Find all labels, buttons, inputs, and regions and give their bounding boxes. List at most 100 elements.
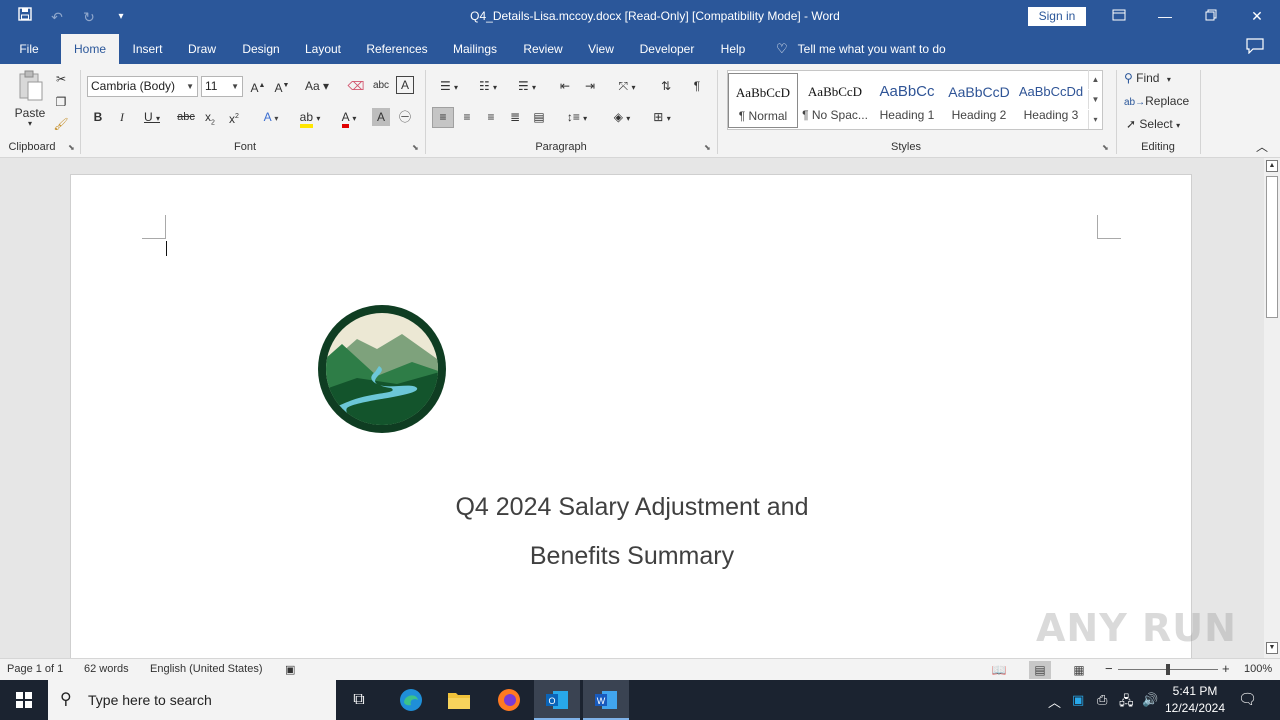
styles-scroll-down-icon[interactable]: ▼ — [1088, 90, 1102, 109]
zoom-out-button[interactable]: − — [1105, 661, 1113, 676]
find-button[interactable]: ⚲ Find ▾ — [1124, 69, 1188, 89]
font-launcher-icon[interactable]: ⬊ — [412, 143, 421, 152]
document-page[interactable]: Q4 2024 Salary Adjustment and Benefits S… — [70, 174, 1192, 658]
style-heading-2[interactable]: AaBbCcD Heading 2 — [944, 73, 1014, 128]
tab-references[interactable]: References — [362, 34, 432, 64]
change-case-icon[interactable]: Aa ▾ — [300, 77, 334, 95]
line-spacing-icon[interactable]: ↕≡ ▾ — [560, 108, 594, 128]
web-layout-icon[interactable]: ▦ — [1068, 661, 1090, 679]
taskbar-search-box[interactable]: ⚲ Type here to search — [48, 680, 336, 720]
copy-icon[interactable]: ❐ — [52, 93, 70, 111]
tab-developer[interactable]: Developer — [634, 34, 700, 64]
outlook-icon[interactable]: O — [534, 680, 580, 720]
font-name-combo[interactable]: Cambria (Body) ▼ — [87, 76, 198, 97]
style-normal[interactable]: AaBbCcD ¶ Normal — [728, 73, 798, 128]
close-icon[interactable]: ✕ — [1234, 0, 1280, 34]
network-icon[interactable]: 🖧 — [1119, 692, 1134, 714]
styles-more-icon[interactable]: ▾ — [1088, 110, 1102, 129]
increase-indent-icon[interactable]: ⇥ — [580, 77, 600, 95]
tab-review[interactable]: Review — [518, 34, 568, 64]
align-right-icon[interactable]: ≡ — [481, 108, 501, 126]
word-count[interactable]: 62 words — [84, 663, 129, 675]
multilevel-list-icon[interactable]: ☴ ▾ — [510, 77, 544, 97]
align-center-icon[interactable]: ≡ — [457, 108, 477, 126]
replace-button[interactable]: ab→Replace — [1124, 92, 1194, 112]
vertical-scrollbar[interactable]: ▲ ▼ — [1264, 158, 1280, 658]
phonetic-guide-icon[interactable]: abc — [371, 77, 391, 95]
underline-icon[interactable]: U ▾ — [138, 108, 166, 128]
justify-icon[interactable]: ≣ — [505, 108, 525, 126]
outlook-tray-icon[interactable]: ▣ — [1072, 692, 1084, 708]
show-formatting-marks-icon[interactable]: ¶ — [688, 77, 706, 95]
bullets-icon[interactable]: ☰ ▾ — [432, 77, 466, 97]
read-mode-icon[interactable]: 📖 — [988, 661, 1010, 679]
superscript-icon[interactable]: x2 — [225, 108, 243, 128]
character-border-icon[interactable]: ㊀ — [396, 108, 414, 126]
collapse-ribbon-icon[interactable]: ︿ — [1254, 138, 1270, 156]
style-heading-3[interactable]: AaBbCcDd Heading 3 — [1016, 73, 1086, 128]
tab-help[interactable]: Help — [713, 34, 753, 64]
tab-layout[interactable]: Layout — [299, 34, 347, 64]
shrink-font-icon[interactable]: A▼ — [273, 77, 291, 97]
text-effects-icon[interactable]: A ▾ — [255, 108, 287, 128]
macro-recording-icon[interactable]: ▣ — [285, 663, 295, 676]
borders-icon[interactable]: ⊞ ▾ — [645, 108, 679, 128]
paste-button[interactable]: Paste ▾ — [10, 70, 50, 136]
grow-font-icon[interactable]: A▲ — [249, 77, 267, 97]
italic-icon[interactable]: I — [114, 108, 130, 126]
task-view-icon[interactable]: ⧉ — [336, 680, 382, 720]
restore-icon[interactable] — [1188, 0, 1234, 34]
paragraph-launcher-icon[interactable]: ⬊ — [704, 143, 713, 152]
document-area[interactable]: Q4 2024 Salary Adjustment and Benefits S… — [0, 158, 1264, 658]
volume-icon[interactable]: 🔊 — [1142, 692, 1158, 708]
shading-icon[interactable]: ◈ ▾ — [605, 108, 639, 128]
clipboard-launcher-icon[interactable]: ⬊ — [68, 143, 77, 152]
ribbon-display-options-icon[interactable] — [1096, 0, 1142, 34]
page-count[interactable]: Page 1 of 1 — [7, 663, 63, 675]
style-heading-1[interactable]: AaBbCc Heading 1 — [872, 73, 942, 128]
tab-draw[interactable]: Draw — [182, 34, 222, 64]
tell-me-search[interactable]: ♡ Tell me what you want to do — [776, 34, 946, 64]
asian-layout-icon[interactable]: ⤧ ▾ — [610, 77, 644, 97]
system-clock[interactable]: 5:41 PM 12/24/2024 — [1160, 683, 1230, 717]
word-icon[interactable]: W — [583, 680, 629, 720]
scroll-up-icon[interactable]: ▲ — [1266, 160, 1278, 172]
minimize-icon[interactable]: — — [1142, 0, 1188, 34]
bold-icon[interactable]: B — [90, 108, 106, 126]
sign-in-button[interactable]: Sign in — [1028, 7, 1086, 26]
comments-icon[interactable] — [1246, 38, 1264, 59]
subscript-icon[interactable]: x2 — [201, 108, 219, 132]
tab-home[interactable]: Home — [61, 34, 119, 64]
clear-formatting-icon[interactable]: ⌫ — [346, 77, 366, 95]
tab-view[interactable]: View — [582, 34, 620, 64]
show-hidden-icons-icon[interactable]: ︿ — [1048, 692, 1061, 711]
firefox-icon[interactable] — [486, 680, 532, 720]
language-status[interactable]: English (United States) — [150, 663, 263, 675]
styles-launcher-icon[interactable]: ⬊ — [1102, 143, 1111, 152]
format-painter-icon[interactable]: 🖌 — [52, 115, 70, 133]
font-color-icon[interactable]: A ▾ — [333, 108, 365, 128]
enclose-characters-icon[interactable]: A — [396, 76, 414, 94]
sort-icon[interactable]: ⇅ — [656, 77, 676, 95]
select-button[interactable]: ➚ Select ▾ — [1126, 115, 1190, 135]
tab-insert[interactable]: Insert — [125, 34, 170, 64]
character-shading-icon[interactable]: A — [372, 108, 390, 126]
style-no-spacing[interactable]: AaBbCcD ¶ No Spac... — [800, 73, 870, 128]
print-layout-icon[interactable]: ▤ — [1029, 661, 1051, 679]
edge-icon[interactable] — [388, 680, 434, 720]
distributed-icon[interactable]: ▤ — [529, 108, 549, 126]
numbering-icon[interactable]: ☷ ▾ — [471, 77, 505, 97]
notifications-icon[interactable]: 🗨 — [1238, 690, 1257, 708]
tab-file[interactable]: File — [8, 34, 50, 64]
zoom-slider-thumb[interactable] — [1166, 664, 1170, 675]
cut-icon[interactable]: ✂ — [52, 70, 70, 88]
styles-scroll-up-icon[interactable]: ▲ — [1088, 70, 1102, 89]
windows-start-icon[interactable] — [0, 680, 48, 720]
zoom-level[interactable]: 100% — [1244, 663, 1272, 675]
tab-mailings[interactable]: Mailings — [446, 34, 504, 64]
scrollbar-thumb[interactable] — [1266, 176, 1278, 318]
highlight-color-icon[interactable]: ab ▾ — [293, 108, 327, 128]
font-size-combo[interactable]: 11 ▼ — [201, 76, 243, 97]
strikethrough-icon[interactable]: abc — [175, 108, 197, 126]
decrease-indent-icon[interactable]: ⇤ — [555, 77, 575, 95]
